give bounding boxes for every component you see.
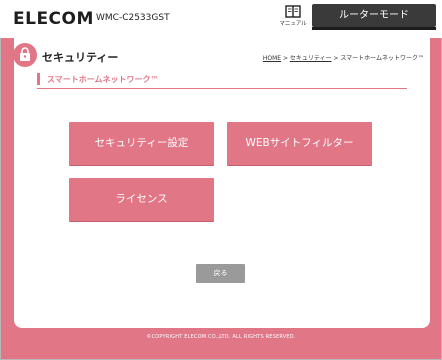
back-button[interactable]: 戻る <box>196 264 245 283</box>
web-site-filter-button[interactable]: WEBサイトフィルター <box>227 122 372 165</box>
license-button[interactable]: ライセンス <box>69 178 214 221</box>
router-mode-button[interactable]: ルーターモード <box>312 4 436 30</box>
lock-icon <box>20 47 30 61</box>
breadcrumb-current: スマートホームネットワーク™ <box>340 55 424 62</box>
header: ELECOM WMC-C2533GST マニュアル ルーターモード <box>0 0 442 38</box>
breadcrumb-home-link[interactable]: HOME <box>263 55 281 62</box>
security-settings-button[interactable]: セキュリティー設定 <box>69 122 214 165</box>
model-name: WMC-C2533GST <box>96 13 170 23</box>
page-title: セキュリティー <box>42 51 119 64</box>
manual-label: マニュアル <box>279 21 307 27</box>
breadcrumb: HOME > セキュリティー > スマートホームネットワーク™ <box>263 53 424 62</box>
section-heading: スマートホームネットワーク™ <box>37 71 407 89</box>
manual-button[interactable]: マニュアル <box>279 5 307 33</box>
security-badge <box>13 43 37 67</box>
breadcrumb-security-link[interactable]: セキュリティー <box>290 55 332 62</box>
elecom-logo: ELECOM <box>13 9 94 29</box>
copyright-footer: ©COPYRIGHT ELECOM CO.,LTD. ALL RIGHTS RE… <box>146 334 296 340</box>
section-marker <box>37 73 40 85</box>
breadcrumb-separator: > <box>281 55 290 62</box>
section-heading-text: スマートホームネットワーク™ <box>47 75 159 84</box>
book-icon <box>285 5 301 18</box>
